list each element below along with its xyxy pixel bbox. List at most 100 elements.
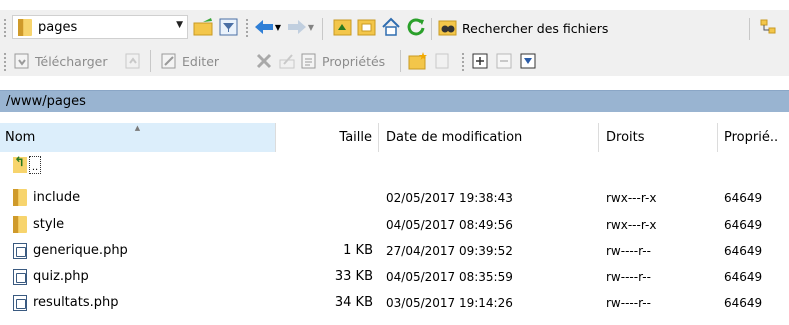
toolbar-separator — [400, 50, 401, 72]
column-header-rights-label: Droits — [606, 130, 645, 145]
folder-up-icon — [333, 19, 352, 36]
file-name: resultats.php — [33, 295, 119, 310]
php-file-icon — [13, 294, 27, 311]
edit-label: Editer — [182, 53, 220, 69]
filter-icon — [219, 18, 238, 36]
file-owner: 64649 — [724, 243, 763, 258]
column-header-owner[interactable]: Proprié.. — [718, 123, 789, 152]
toolbar-separator — [150, 50, 151, 72]
download-icon — [14, 53, 29, 69]
table-row[interactable]: generique.php 1 KB 27/04/2017 09:39:52 r… — [0, 239, 789, 262]
file-name: style — [33, 217, 65, 232]
rename-button[interactable] — [276, 50, 298, 72]
file-rights: rw----r-- — [606, 295, 651, 310]
back-history-button[interactable]: ▼ — [272, 16, 284, 38]
edit-button[interactable]: Editer — [160, 50, 219, 72]
plus-box-icon — [472, 53, 488, 69]
forward-history-button[interactable]: ▼ — [305, 16, 317, 38]
root-folder-button[interactable] — [356, 16, 378, 38]
toolbar-separator — [749, 18, 750, 40]
folder-icon — [18, 18, 32, 36]
deselect-all-button[interactable] — [493, 50, 515, 72]
file-modified: 27/04/2017 09:39:52 — [386, 243, 513, 258]
toolbar-grip[interactable] — [245, 18, 249, 38]
toolbar-separator — [431, 18, 432, 40]
column-header-modified[interactable]: Date de modification — [379, 123, 599, 152]
download-button[interactable]: Télécharger — [13, 50, 108, 72]
table-row-parent[interactable]: .. — [0, 153, 789, 176]
file-rights: rw----r-- — [606, 243, 651, 258]
refresh-icon — [407, 18, 425, 36]
file-owner: 64649 — [724, 269, 763, 284]
new-folder-icon — [408, 52, 427, 70]
column-header-size[interactable]: Taille — [276, 123, 379, 152]
path-combo[interactable]: pages ▼ — [12, 15, 188, 39]
file-size — [276, 186, 373, 209]
main-toolbar: pages ▼ ▼ ▼ Rechercher des fichiers — [0, 10, 789, 46]
filter-button[interactable] — [218, 16, 240, 38]
column-header-size-label: Taille — [339, 130, 372, 145]
properties-label: Propriétés — [322, 53, 386, 69]
home-button[interactable] — [380, 16, 402, 38]
file-rights: rwx---r-x — [606, 217, 657, 232]
chevron-down-icon: ▼ — [307, 22, 315, 32]
current-path-bar: /www/pages — [0, 90, 789, 112]
tree-icon — [760, 19, 776, 34]
toolbar-grip[interactable] — [461, 52, 465, 72]
refresh-button[interactable] — [405, 16, 427, 38]
file-modified: 04/05/2017 08:35:59 — [386, 269, 513, 284]
folder-icon — [357, 19, 376, 36]
file-size: 34 KB — [334, 295, 373, 310]
chevron-down-icon: ▼ — [274, 22, 282, 32]
toolbar-grip[interactable] — [3, 52, 7, 72]
table-row[interactable]: resultats.php 34 KB 03/05/2017 19:14:26 … — [0, 291, 789, 314]
properties-button[interactable]: Propriétés — [300, 50, 385, 72]
properties-icon — [301, 53, 316, 69]
new-file-icon — [435, 53, 449, 69]
table-row[interactable]: quiz.php 33 KB 04/05/2017 08:35:59 rw---… — [0, 265, 789, 288]
parent-folder-button[interactable] — [332, 16, 354, 38]
filter-select-button[interactable] — [517, 50, 539, 72]
select-all-button[interactable] — [469, 50, 491, 72]
file-owner: 64649 — [724, 217, 763, 232]
search-files-button[interactable]: Rechercher des fichiers — [438, 17, 608, 39]
upload-button[interactable] — [122, 50, 144, 72]
file-modified: 02/05/2017 19:38:43 — [386, 190, 513, 205]
path-combo-value: pages — [38, 19, 78, 35]
delete-icon — [256, 53, 272, 69]
file-name: generique.php — [33, 243, 128, 258]
table-row[interactable]: include 02/05/2017 19:38:43 rwx---r-x 64… — [0, 186, 789, 209]
file-modified: 04/05/2017 08:49:56 — [386, 217, 513, 232]
open-folder-icon — [193, 18, 213, 36]
file-name: include — [33, 190, 81, 205]
chevron-down-icon[interactable]: ▼ — [176, 20, 183, 30]
folder-icon — [13, 189, 27, 206]
file-actions-toolbar: Télécharger Editer Propriétés — [0, 46, 789, 76]
home-icon — [382, 17, 400, 36]
file-owner: 64649 — [724, 295, 763, 310]
search-files-label: Rechercher des fichiers — [462, 20, 609, 36]
toolbar-separator — [322, 18, 323, 40]
new-folder-button[interactable] — [407, 50, 429, 72]
php-file-icon — [13, 242, 27, 259]
toolbar-grip[interactable] — [3, 18, 7, 38]
rename-icon — [279, 54, 295, 69]
column-header-owner-label: Proprié.. — [724, 130, 779, 145]
file-size: 1 KB — [343, 243, 373, 258]
table-row[interactable]: style 04/05/2017 08:49:56 rwx---r-x 6464… — [0, 213, 789, 236]
column-header-name[interactable]: ▲ Nom — [0, 123, 276, 152]
new-folder-open-button[interactable] — [193, 16, 215, 38]
sort-ascending-icon: ▲ — [134, 124, 141, 132]
download-label: Télécharger — [35, 53, 108, 69]
tree-view-button[interactable] — [758, 16, 780, 38]
filter-box-icon — [520, 53, 536, 69]
column-header-rights[interactable]: Droits — [599, 123, 718, 152]
edit-icon — [161, 53, 176, 69]
delete-button[interactable] — [253, 50, 275, 72]
new-file-button[interactable] — [431, 50, 453, 72]
current-path: /www/pages — [6, 94, 86, 109]
file-name: quiz.php — [33, 269, 89, 284]
column-header-name-label: Nom — [5, 130, 36, 145]
minus-box-icon — [496, 53, 512, 69]
binoculars-icon — [438, 20, 457, 36]
